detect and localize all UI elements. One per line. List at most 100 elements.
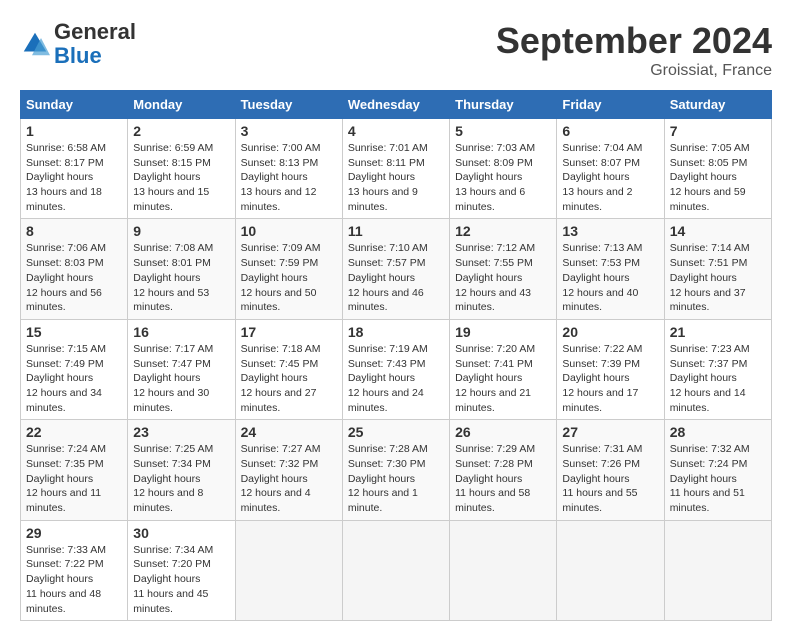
calendar-day-16: 16 Sunrise: 7:17 AM Sunset: 7:47 PM Dayl…	[128, 319, 235, 419]
day-number: 28	[670, 424, 766, 440]
day-info: Sunrise: 6:58 AM Sunset: 8:17 PM Dayligh…	[26, 141, 122, 214]
calendar-day-17: 17 Sunrise: 7:18 AM Sunset: 7:45 PM Dayl…	[235, 319, 342, 419]
calendar-day-19: 19 Sunrise: 7:20 AM Sunset: 7:41 PM Dayl…	[450, 319, 557, 419]
day-info: Sunrise: 7:17 AM Sunset: 7:47 PM Dayligh…	[133, 342, 229, 415]
title-block: September 2024 Groissiat, France	[496, 20, 772, 80]
calendar-day-15: 15 Sunrise: 7:15 AM Sunset: 7:49 PM Dayl…	[21, 319, 128, 419]
day-number: 5	[455, 123, 551, 139]
day-number: 2	[133, 123, 229, 139]
calendar-day-21: 21 Sunrise: 7:23 AM Sunset: 7:37 PM Dayl…	[664, 319, 771, 419]
calendar-day-20: 20 Sunrise: 7:22 AM Sunset: 7:39 PM Dayl…	[557, 319, 664, 419]
day-info: Sunrise: 7:15 AM Sunset: 7:49 PM Dayligh…	[26, 342, 122, 415]
day-number: 14	[670, 223, 766, 239]
day-number: 8	[26, 223, 122, 239]
calendar-day-24: 24 Sunrise: 7:27 AM Sunset: 7:32 PM Dayl…	[235, 420, 342, 520]
day-info: Sunrise: 7:04 AM Sunset: 8:07 PM Dayligh…	[562, 141, 658, 214]
calendar-day-3: 3 Sunrise: 7:00 AM Sunset: 8:13 PM Dayli…	[235, 119, 342, 219]
day-number: 25	[348, 424, 444, 440]
calendar-day-6: 6 Sunrise: 7:04 AM Sunset: 8:07 PM Dayli…	[557, 119, 664, 219]
calendar-day-7: 7 Sunrise: 7:05 AM Sunset: 8:05 PM Dayli…	[664, 119, 771, 219]
page-header: General Blue September 2024 Groissiat, F…	[20, 20, 772, 80]
day-info: Sunrise: 7:34 AM Sunset: 7:20 PM Dayligh…	[133, 543, 229, 616]
day-number: 20	[562, 324, 658, 340]
calendar-day-5: 5 Sunrise: 7:03 AM Sunset: 8:09 PM Dayli…	[450, 119, 557, 219]
logo-general: General	[54, 20, 136, 44]
day-info: Sunrise: 7:18 AM Sunset: 7:45 PM Dayligh…	[241, 342, 337, 415]
day-info: Sunrise: 7:08 AM Sunset: 8:01 PM Dayligh…	[133, 241, 229, 314]
day-number: 27	[562, 424, 658, 440]
day-number: 11	[348, 223, 444, 239]
calendar-day-27: 27 Sunrise: 7:31 AM Sunset: 7:26 PM Dayl…	[557, 420, 664, 520]
day-number: 30	[133, 525, 229, 541]
calendar-empty	[557, 520, 664, 620]
logo: General Blue	[20, 20, 136, 68]
day-number: 17	[241, 324, 337, 340]
calendar-day-2: 2 Sunrise: 6:59 AM Sunset: 8:15 PM Dayli…	[128, 119, 235, 219]
day-number: 3	[241, 123, 337, 139]
day-info: Sunrise: 7:29 AM Sunset: 7:28 PM Dayligh…	[455, 442, 551, 515]
calendar-day-23: 23 Sunrise: 7:25 AM Sunset: 7:34 PM Dayl…	[128, 420, 235, 520]
day-info: Sunrise: 7:06 AM Sunset: 8:03 PM Dayligh…	[26, 241, 122, 314]
day-info: Sunrise: 7:22 AM Sunset: 7:39 PM Dayligh…	[562, 342, 658, 415]
day-info: Sunrise: 7:03 AM Sunset: 8:09 PM Dayligh…	[455, 141, 551, 214]
calendar-day-18: 18 Sunrise: 7:19 AM Sunset: 7:43 PM Dayl…	[342, 319, 449, 419]
day-info: Sunrise: 7:27 AM Sunset: 7:32 PM Dayligh…	[241, 442, 337, 515]
col-friday: Friday	[557, 91, 664, 119]
calendar-table: Sunday Monday Tuesday Wednesday Thursday…	[20, 90, 772, 621]
day-info: Sunrise: 7:00 AM Sunset: 8:13 PM Dayligh…	[241, 141, 337, 214]
calendar-empty	[664, 520, 771, 620]
day-info: Sunrise: 7:10 AM Sunset: 7:57 PM Dayligh…	[348, 241, 444, 314]
col-thursday: Thursday	[450, 91, 557, 119]
day-number: 7	[670, 123, 766, 139]
col-monday: Monday	[128, 91, 235, 119]
day-info: Sunrise: 7:13 AM Sunset: 7:53 PM Dayligh…	[562, 241, 658, 314]
day-info: Sunrise: 7:31 AM Sunset: 7:26 PM Dayligh…	[562, 442, 658, 515]
day-info: Sunrise: 7:01 AM Sunset: 8:11 PM Dayligh…	[348, 141, 444, 214]
calendar-day-8: 8 Sunrise: 7:06 AM Sunset: 8:03 PM Dayli…	[21, 219, 128, 319]
col-tuesday: Tuesday	[235, 91, 342, 119]
calendar-day-1: 1 Sunrise: 6:58 AM Sunset: 8:17 PM Dayli…	[21, 119, 128, 219]
calendar-day-14: 14 Sunrise: 7:14 AM Sunset: 7:51 PM Dayl…	[664, 219, 771, 319]
calendar-week-5: 29 Sunrise: 7:33 AM Sunset: 7:22 PM Dayl…	[21, 520, 772, 620]
day-number: 26	[455, 424, 551, 440]
day-info: Sunrise: 7:14 AM Sunset: 7:51 PM Dayligh…	[670, 241, 766, 314]
day-info: Sunrise: 7:20 AM Sunset: 7:41 PM Dayligh…	[455, 342, 551, 415]
calendar-day-30: 30 Sunrise: 7:34 AM Sunset: 7:20 PM Dayl…	[128, 520, 235, 620]
col-sunday: Sunday	[21, 91, 128, 119]
day-info: Sunrise: 7:28 AM Sunset: 7:30 PM Dayligh…	[348, 442, 444, 515]
day-number: 16	[133, 324, 229, 340]
day-info: Sunrise: 7:09 AM Sunset: 7:59 PM Dayligh…	[241, 241, 337, 314]
day-number: 18	[348, 324, 444, 340]
day-info: Sunrise: 6:59 AM Sunset: 8:15 PM Dayligh…	[133, 141, 229, 214]
day-info: Sunrise: 7:33 AM Sunset: 7:22 PM Dayligh…	[26, 543, 122, 616]
day-info: Sunrise: 7:24 AM Sunset: 7:35 PM Dayligh…	[26, 442, 122, 515]
calendar-day-13: 13 Sunrise: 7:13 AM Sunset: 7:53 PM Dayl…	[557, 219, 664, 319]
calendar-header-row: Sunday Monday Tuesday Wednesday Thursday…	[21, 91, 772, 119]
calendar-day-28: 28 Sunrise: 7:32 AM Sunset: 7:24 PM Dayl…	[664, 420, 771, 520]
day-info: Sunrise: 7:05 AM Sunset: 8:05 PM Dayligh…	[670, 141, 766, 214]
day-info: Sunrise: 7:23 AM Sunset: 7:37 PM Dayligh…	[670, 342, 766, 415]
day-info: Sunrise: 7:12 AM Sunset: 7:55 PM Dayligh…	[455, 241, 551, 314]
calendar-week-1: 1 Sunrise: 6:58 AM Sunset: 8:17 PM Dayli…	[21, 119, 772, 219]
calendar-empty	[450, 520, 557, 620]
day-number: 1	[26, 123, 122, 139]
day-number: 23	[133, 424, 229, 440]
calendar-day-4: 4 Sunrise: 7:01 AM Sunset: 8:11 PM Dayli…	[342, 119, 449, 219]
calendar-day-11: 11 Sunrise: 7:10 AM Sunset: 7:57 PM Dayl…	[342, 219, 449, 319]
day-number: 9	[133, 223, 229, 239]
logo-icon	[20, 29, 50, 59]
calendar-day-22: 22 Sunrise: 7:24 AM Sunset: 7:35 PM Dayl…	[21, 420, 128, 520]
day-number: 6	[562, 123, 658, 139]
month-title: September 2024	[496, 20, 772, 62]
day-number: 21	[670, 324, 766, 340]
calendar-week-4: 22 Sunrise: 7:24 AM Sunset: 7:35 PM Dayl…	[21, 420, 772, 520]
calendar-day-29: 29 Sunrise: 7:33 AM Sunset: 7:22 PM Dayl…	[21, 520, 128, 620]
day-number: 22	[26, 424, 122, 440]
day-info: Sunrise: 7:25 AM Sunset: 7:34 PM Dayligh…	[133, 442, 229, 515]
day-number: 19	[455, 324, 551, 340]
day-number: 13	[562, 223, 658, 239]
calendar-day-10: 10 Sunrise: 7:09 AM Sunset: 7:59 PM Dayl…	[235, 219, 342, 319]
logo-blue: Blue	[54, 44, 136, 68]
calendar-week-3: 15 Sunrise: 7:15 AM Sunset: 7:49 PM Dayl…	[21, 319, 772, 419]
day-number: 24	[241, 424, 337, 440]
